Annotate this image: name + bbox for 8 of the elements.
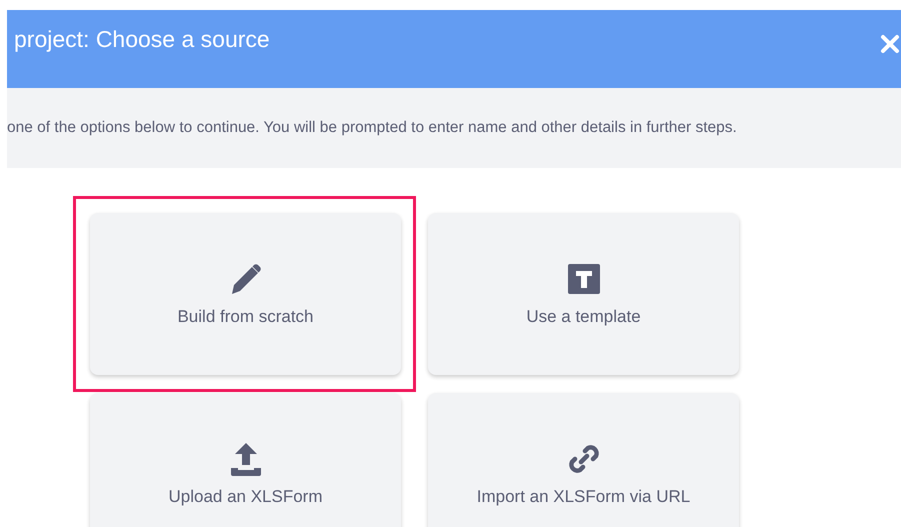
text-template-icon xyxy=(566,261,602,297)
close-icon[interactable] xyxy=(880,34,900,54)
source-option-card[interactable]: Upload an XLSForm xyxy=(90,393,401,527)
modal-title: project: Choose a source xyxy=(14,26,270,53)
source-option-card[interactable]: Import an XLSForm via URL xyxy=(428,393,739,527)
source-option-card[interactable]: Use a template xyxy=(428,213,739,375)
source-option-card[interactable]: Build from scratch xyxy=(90,213,401,375)
instruction-text: one of the options below to continue. You will be prompted to enter name and other details in further steps. xyxy=(7,119,737,137)
